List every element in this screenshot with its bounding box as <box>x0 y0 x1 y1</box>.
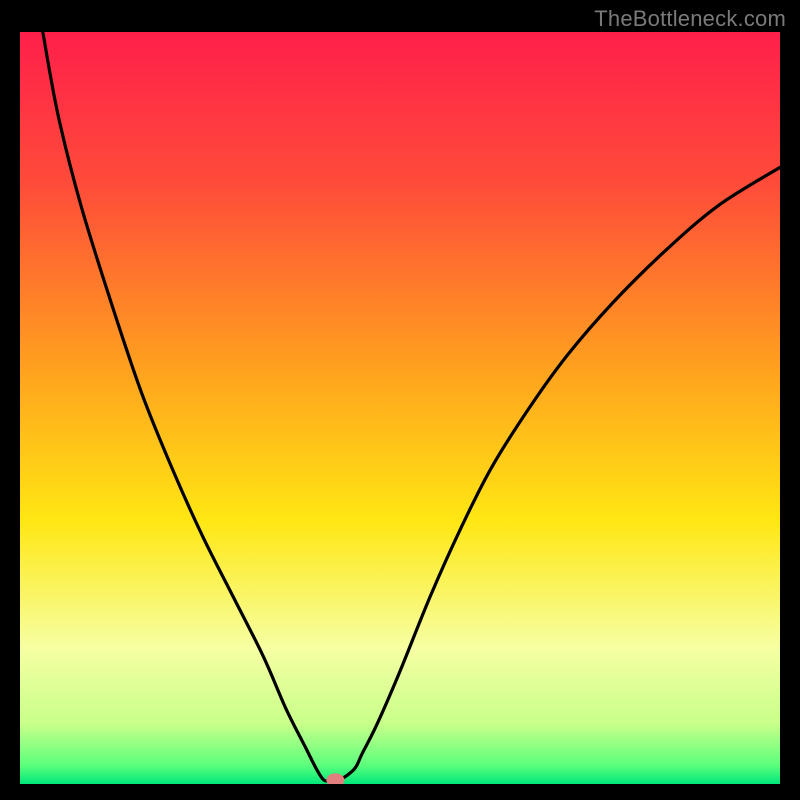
plot-area <box>20 32 780 784</box>
bottleneck-chart <box>20 32 780 784</box>
watermark-text: TheBottleneck.com <box>594 6 786 32</box>
chart-frame: TheBottleneck.com <box>0 0 800 800</box>
